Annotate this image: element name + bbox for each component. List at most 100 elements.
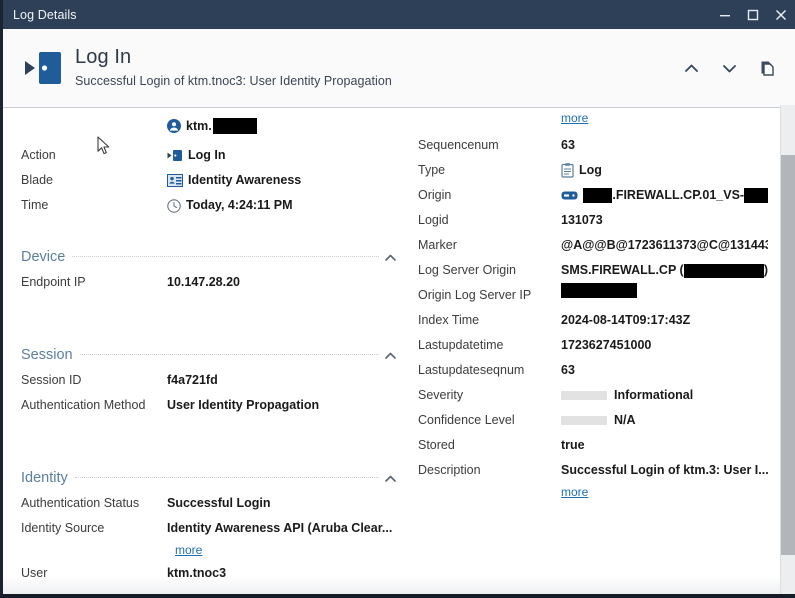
identity-header-value: ktm. bbox=[167, 109, 401, 143]
row-logid: Logid 131073 bbox=[418, 208, 768, 233]
left-details-column: ktm. Action Log In Blade Identity Awaren… bbox=[21, 109, 401, 594]
section-header-session[interactable]: Session bbox=[21, 342, 401, 368]
vertical-scrollbar[interactable] bbox=[780, 105, 795, 594]
row-label: Stored bbox=[418, 438, 455, 452]
row-label: Severity bbox=[418, 388, 464, 402]
row-value: Identity Awareness bbox=[167, 168, 401, 193]
window-title: Log Details bbox=[13, 7, 77, 22]
copy-icon[interactable] bbox=[755, 56, 779, 80]
row-value: Today, 4:24:11 PM bbox=[167, 193, 401, 218]
redacted-block bbox=[683, 263, 764, 278]
more-spacer bbox=[21, 541, 167, 561]
row-value: Identity Awareness API (Aruba Clear... bbox=[167, 521, 393, 535]
row-authentication-method: Authentication Method User Identity Prop… bbox=[21, 393, 401, 418]
redacted-block bbox=[212, 118, 257, 134]
row-label: Marker bbox=[418, 238, 457, 252]
redacted-block bbox=[744, 188, 768, 203]
more-link-bottom[interactable]: more bbox=[561, 483, 588, 503]
row-value: Successful Login bbox=[167, 496, 271, 510]
row-label: Index Time bbox=[418, 313, 480, 327]
row-log-server-origin: Log Server Origin SMS.FIREWALL.CP ( ) bbox=[418, 258, 768, 283]
identity-header-row: ktm. bbox=[21, 109, 401, 143]
chevron-up-icon[interactable] bbox=[379, 250, 401, 265]
log-in-icon bbox=[21, 48, 67, 88]
row-value: @A@@B@1723611373@C@13144304 bbox=[561, 238, 768, 252]
record-header: Log In Successful Login of ktm.tnoc3: Us… bbox=[3, 29, 795, 108]
close-icon[interactable] bbox=[767, 0, 795, 29]
row-type: Type Log bbox=[418, 158, 768, 183]
chevron-up-icon[interactable] bbox=[379, 348, 401, 363]
row-action: Action Log In bbox=[21, 143, 401, 168]
top-more-row: more bbox=[418, 109, 768, 133]
row-endpoint-ip: Endpoint IP 10.147.28.20 bbox=[21, 270, 401, 295]
chevron-down-icon[interactable] bbox=[717, 56, 741, 80]
row-confidence-level: Confidence Level N/A bbox=[418, 408, 768, 433]
row-label: Time bbox=[21, 198, 49, 212]
identity-awareness-icon bbox=[167, 174, 183, 187]
row-authentication-status: Authentication Status Successful Login bbox=[21, 491, 401, 516]
row-value: 10.147.28.20 bbox=[167, 275, 240, 289]
row-label: Type bbox=[418, 163, 446, 177]
chevron-up-icon[interactable] bbox=[379, 471, 401, 486]
row-value-text: Identity Awareness bbox=[188, 173, 302, 187]
more-link[interactable]: more bbox=[175, 541, 202, 561]
page-title: Log In bbox=[75, 46, 132, 68]
header-actions bbox=[679, 56, 795, 80]
row-origin-log-server-ip: Origin Log Server IP bbox=[418, 283, 768, 308]
row-value: Log In bbox=[167, 143, 401, 168]
section-header-device[interactable]: Device bbox=[21, 244, 401, 270]
row-label: Lastupdatetime bbox=[418, 338, 504, 352]
row-label: Sequencenum bbox=[418, 138, 499, 152]
row-value-text: Today, 4:24:11 PM bbox=[186, 198, 293, 212]
row-label: Confidence Level bbox=[418, 413, 515, 427]
row-label: Description bbox=[418, 463, 481, 477]
page-subtitle: Successful Login of ktm.tnoc3: User Iden… bbox=[75, 74, 392, 88]
row-label: Action bbox=[21, 148, 56, 162]
gateway-icon bbox=[561, 190, 578, 201]
row-value: 131073 bbox=[561, 213, 603, 227]
mouse-cursor bbox=[97, 136, 111, 161]
more-link-top[interactable]: more bbox=[561, 109, 588, 133]
row-value: 2024-08-14T09:17:43Z bbox=[561, 313, 691, 327]
log-details-window: Log Details Log In Successful Login of k… bbox=[0, 0, 795, 598]
row-value: MT-NAC-ACCRULE bbox=[167, 586, 401, 594]
chevron-up-icon[interactable] bbox=[679, 56, 703, 80]
row-sequencenum: Sequencenum 63 bbox=[418, 133, 768, 158]
severity-bar-icon bbox=[561, 391, 607, 400]
row-value-text: Informational bbox=[614, 388, 694, 402]
row-identity-source: Identity Source Identity Awareness API (… bbox=[21, 516, 401, 541]
row-value: .FIREWALL.CP.01_VS- bbox=[561, 183, 768, 208]
section-divider bbox=[79, 353, 379, 355]
identity-source-more-row: more bbox=[21, 541, 401, 561]
row-value: Informational bbox=[561, 383, 768, 408]
row-marker: Marker @A@@B@1723611373@C@13144304 bbox=[418, 233, 768, 258]
row-value-suffix: ) bbox=[763, 263, 768, 277]
row-label: Lastupdateseqnum bbox=[418, 363, 525, 377]
row-value: SMS.FIREWALL.CP ( ) bbox=[561, 258, 768, 283]
row-label: Blade bbox=[21, 173, 53, 187]
row-value: true bbox=[561, 438, 585, 452]
scrollbar-thumb[interactable] bbox=[781, 155, 795, 555]
row-label: Session ID bbox=[21, 373, 82, 387]
section-divider bbox=[72, 255, 379, 257]
window-titlebar: Log Details bbox=[3, 0, 795, 29]
section-title: Device bbox=[21, 249, 66, 265]
row-value-text: Log In bbox=[188, 148, 226, 162]
maximize-icon[interactable] bbox=[739, 0, 767, 29]
row-label: Origin Log Server IP bbox=[418, 288, 532, 302]
row-description: Description Successful Login of ktm. 3: … bbox=[418, 458, 768, 483]
row-value: User Identity Propagation bbox=[167, 398, 320, 412]
clock-icon bbox=[167, 198, 181, 213]
row-value-text: .FIREWALL.CP.01_VS- bbox=[612, 188, 745, 202]
redacted-block bbox=[561, 283, 637, 298]
row-label: Authentication Method bbox=[21, 398, 146, 412]
row-lastupdatetime: Lastupdatetime 1723627451000 bbox=[418, 333, 768, 358]
minimize-icon[interactable] bbox=[711, 0, 739, 29]
row-label: Logid bbox=[418, 213, 449, 227]
details-body: ktm. Action Log In Blade Identity Awaren… bbox=[3, 109, 780, 594]
row-label: Log Server Origin bbox=[418, 263, 516, 277]
row-value-text-post: 3: User I... bbox=[708, 463, 768, 477]
section-divider bbox=[74, 476, 379, 478]
section-header-identity[interactable]: Identity bbox=[21, 465, 401, 491]
log-document-icon bbox=[561, 163, 574, 178]
